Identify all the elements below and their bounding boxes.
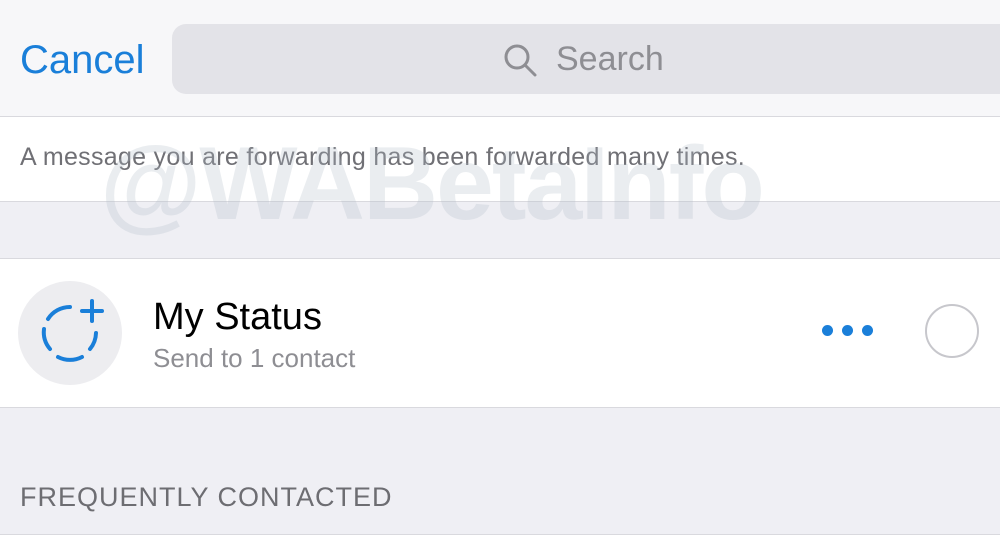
status-avatar: [18, 281, 122, 385]
more-icon[interactable]: [818, 323, 878, 339]
forward-to-screen: Cancel Search A message you are forwardi…: [0, 0, 1000, 550]
status-subtitle: Send to 1 contact: [153, 343, 356, 373]
forwarded-notice-text: A message you are forwarding has been fo…: [20, 143, 746, 171]
search-input[interactable]: Search: [172, 24, 1000, 94]
status-add-icon: [41, 299, 104, 362]
section-header-frequently-contacted: FREQUENTLY CONTACTED: [20, 482, 393, 512]
status-title: My Status: [153, 296, 322, 338]
forwarded-notice: A message you are forwarding has been fo…: [0, 116, 1000, 202]
search-bar-area: Cancel Search: [0, 0, 1000, 116]
my-status-row[interactable]: My Status Send to 1 contact: [0, 258, 1000, 408]
search-icon: [504, 44, 537, 77]
cancel-button[interactable]: Cancel: [20, 36, 145, 84]
select-circle-icon[interactable]: [925, 304, 979, 358]
search-placeholder: Search: [556, 40, 664, 78]
contact-list-row[interactable]: [0, 534, 1000, 550]
